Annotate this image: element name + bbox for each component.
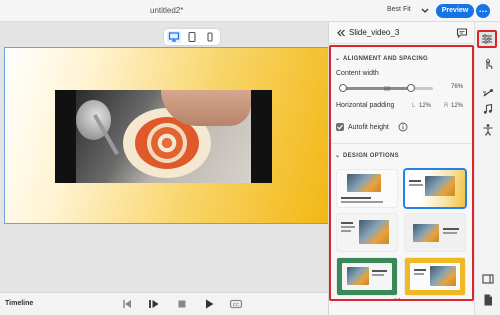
- step-forward-icon: [149, 300, 159, 308]
- slider-left-handle[interactable]: [339, 84, 347, 92]
- padding-right-label: R: [444, 103, 449, 109]
- double-chevron-left-icon[interactable]: [336, 28, 346, 38]
- autofit-height-checkbox[interactable]: [336, 123, 344, 131]
- thumb-text-line: [341, 197, 371, 199]
- step-forward-button[interactable]: [147, 297, 161, 311]
- document-button[interactable]: [481, 293, 495, 307]
- skip-back-icon: [123, 300, 131, 308]
- chevron-down-icon: ⌄: [335, 153, 341, 159]
- device-preview-toggle: [164, 29, 220, 45]
- padding-left-label: L: [412, 103, 416, 109]
- play-icon: [206, 299, 214, 309]
- accessibility-icon: [483, 124, 493, 136]
- thumb-image: [347, 267, 369, 285]
- content-width-slider-fill: [343, 87, 411, 90]
- slide-frame[interactable]: [4, 47, 329, 224]
- thumb-image: [347, 174, 381, 192]
- design-option-3[interactable]: [337, 214, 397, 251]
- layout-button[interactable]: [481, 272, 495, 286]
- timeline-label[interactable]: Timeline: [5, 300, 33, 307]
- zoom-fit-label[interactable]: Best Fit: [387, 6, 411, 13]
- content-width-slider[interactable]: [339, 84, 433, 92]
- design-options-section-header[interactable]: ⌄ DESIGN OPTIONS: [335, 152, 399, 162]
- stop-icon: [178, 300, 186, 308]
- video-thumbnail: [76, 90, 251, 183]
- thumb-text-line: [414, 269, 426, 271]
- properties-tab-button[interactable]: [477, 30, 497, 48]
- accessibility-button[interactable]: [481, 123, 495, 137]
- skip-back-button[interactable]: [120, 297, 134, 311]
- panel-title[interactable]: Slide_video_3: [349, 28, 399, 37]
- design-option-2[interactable]: [403, 168, 467, 209]
- sliders-icon: [482, 34, 492, 44]
- animation-button[interactable]: [481, 86, 495, 100]
- content-width-label: Content width: [336, 70, 379, 77]
- music-note-icon: [483, 103, 493, 114]
- thumb-image: [359, 220, 389, 244]
- closed-captions-label: CC: [233, 302, 240, 307]
- thumb-text-line: [443, 228, 459, 230]
- hand-tap-icon: [486, 58, 493, 69]
- play-button[interactable]: [202, 297, 216, 311]
- checkmark-icon: [337, 124, 343, 130]
- design-options-heading: DESIGN OPTIONS: [343, 153, 399, 159]
- thumb-text-line: [372, 270, 387, 272]
- padding-right-value[interactable]: 12%: [451, 103, 463, 109]
- thumb-image: [425, 176, 455, 196]
- thumb-text-line: [443, 232, 457, 234]
- chevron-down-icon: ⌄: [335, 56, 341, 62]
- alignment-section-header[interactable]: ⌄ ALIGNMENT AND SPACING: [335, 55, 428, 65]
- panel-header: Slide_video_3: [329, 22, 475, 44]
- thumb-text-line: [372, 274, 384, 276]
- thumb-text-line: [409, 184, 423, 186]
- top-bar: untitled2* Best Fit Preview …: [0, 0, 500, 22]
- info-icon[interactable]: [398, 122, 408, 132]
- layout-icon: [482, 274, 494, 284]
- slider-right-handle[interactable]: [407, 84, 415, 92]
- desktop-icon: [168, 32, 180, 42]
- mobile-view-button[interactable]: [203, 31, 217, 43]
- tablet-icon: [188, 31, 196, 43]
- chevron-down-icon[interactable]: [420, 5, 430, 15]
- tablet-view-button[interactable]: [185, 31, 199, 43]
- video-element[interactable]: [55, 90, 272, 183]
- audio-button[interactable]: [481, 102, 495, 116]
- grip-icon: [384, 86, 390, 91]
- thumb-text-line: [341, 226, 355, 228]
- section-divider: [329, 143, 475, 144]
- scroll-indicator[interactable]: ••: [394, 295, 402, 304]
- padding-left-value[interactable]: 12%: [419, 103, 431, 109]
- design-option-5[interactable]: [337, 258, 397, 295]
- horizontal-padding-label: Horizontal padding: [336, 102, 395, 109]
- thumb-text-line: [341, 222, 353, 224]
- thumb-text-line: [409, 180, 421, 182]
- mobile-icon: [207, 32, 213, 42]
- content-width-value[interactable]: 76%: [451, 84, 463, 90]
- interaction-button[interactable]: [481, 58, 495, 72]
- design-option-4[interactable]: [405, 214, 465, 251]
- stop-button[interactable]: [175, 297, 189, 311]
- autofit-height-label[interactable]: Autofit height: [348, 124, 389, 131]
- thumb-text-line: [341, 201, 383, 203]
- closed-captions-button[interactable]: CC: [229, 297, 243, 311]
- animation-icon: [483, 89, 493, 97]
- comment-icon[interactable]: [456, 27, 468, 39]
- desktop-view-button[interactable]: [167, 31, 181, 43]
- closed-captions-icon: CC: [229, 299, 243, 309]
- design-option-6[interactable]: [405, 258, 465, 295]
- document-icon: [484, 294, 492, 306]
- document-title[interactable]: untitled2*: [150, 6, 183, 15]
- thumb-image: [430, 266, 456, 286]
- thumb-text-line: [414, 273, 424, 275]
- thumb-text-line: [341, 230, 351, 232]
- preview-button[interactable]: Preview: [436, 4, 474, 18]
- alignment-heading: ALIGNMENT AND SPACING: [343, 56, 428, 62]
- design-option-1[interactable]: [337, 170, 397, 207]
- thumb-image: [413, 224, 439, 242]
- right-icon-rail: [474, 22, 500, 315]
- more-options-button[interactable]: …: [476, 4, 490, 18]
